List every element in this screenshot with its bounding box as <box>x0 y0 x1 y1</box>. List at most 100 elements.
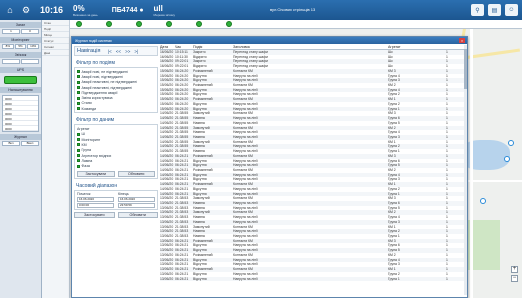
map-pin-icon[interactable] <box>504 156 510 162</box>
checkbox-icon[interactable] <box>77 138 80 142</box>
to-label: Кінець <box>118 191 129 196</box>
from-time-field[interactable]: 0:00:00 <box>77 202 114 208</box>
general-cell[interactable]: 0 <box>21 29 39 34</box>
checkbox-icon[interactable] <box>77 132 80 136</box>
zoom-in-button[interactable]: + <box>511 266 518 273</box>
table-row[interactable]: 13/06/20 06:24:21 Відсутня Напруга на лінії… <box>160 276 466 282</box>
status-dot[interactable] <box>76 21 82 27</box>
monitor-cell[interactable]: 10% <box>27 44 40 49</box>
monitor-cell[interactable]: 8% <box>2 44 14 49</box>
road <box>470 20 473 298</box>
table-scrollbar[interactable] <box>464 45 467 295</box>
zoom-out-button[interactable]: − <box>511 275 518 282</box>
filter-panel: Навігація |< << >> >| Фільтр по подіям А… <box>74 46 158 296</box>
link-cell[interactable] <box>2 59 20 64</box>
apply-time-button[interactable]: Застосувати <box>74 211 115 218</box>
percent-value: 0% <box>73 3 85 13</box>
address-label: вул.Січових стрільців 13 <box>270 7 316 12</box>
status-dot[interactable] <box>196 21 202 27</box>
checkbox-icon[interactable] <box>77 107 80 111</box>
from-date-field[interactable]: 16.06.2020 <box>77 196 114 202</box>
signal-status: ull Мережа зв'язку <box>154 4 175 17</box>
link-cell[interactable] <box>21 59 39 64</box>
from-label: Початок <box>77 191 91 196</box>
to-time-field[interactable]: 23:59:59 <box>118 202 155 208</box>
table-cell: Напруга на лінії <box>233 276 258 281</box>
log-on-button[interactable]: Вкл <box>2 141 20 146</box>
settings-icon[interactable]: ⚙ <box>20 4 32 16</box>
apply-data-filter-button[interactable]: Застосувати <box>77 170 115 177</box>
checkbox-icon[interactable] <box>77 164 80 168</box>
to-date-field[interactable]: 16.06.2020 <box>118 196 155 202</box>
next-page-button[interactable]: >> <box>124 49 131 54</box>
general-cell[interactable]: 1 <box>2 29 20 34</box>
close-button[interactable]: × <box>459 38 465 43</box>
key-search-icon[interactable]: ⚲ <box>471 4 484 16</box>
checkbox-icon[interactable] <box>77 80 80 84</box>
col-extra[interactable] <box>446 45 462 49</box>
clock: 10:16 <box>40 4 64 15</box>
panel-head-ups: UPS <box>0 67 41 73</box>
checkbox-icon[interactable] <box>77 96 80 100</box>
prev-page-button[interactable]: << <box>115 49 122 54</box>
checkbox-icon[interactable] <box>77 159 80 163</box>
left-panel: Загал 1 0 Моніторинг 8% 5% 10% Зв'язок U… <box>0 20 42 298</box>
status-dot[interactable] <box>166 21 172 27</box>
checkbox-icon[interactable] <box>77 70 80 74</box>
refresh-time-button[interactable]: Обновити <box>117 211 158 218</box>
data-filter-checkbox[interactable]: Фаза <box>77 163 155 168</box>
events-filter-box: Аварії нові, не підтверджені Аварії нові… <box>74 67 158 114</box>
monitor-cell[interactable]: 5% <box>14 44 27 49</box>
checkbox-icon[interactable] <box>77 143 80 147</box>
checkbox-icon[interactable] <box>77 148 80 152</box>
log-off-button[interactable]: Викл <box>21 141 39 146</box>
user-icon[interactable]: ☺ <box>505 4 518 16</box>
col-time[interactable]: Час <box>175 45 193 49</box>
status-dot[interactable] <box>226 21 232 27</box>
daily-progress: 0% Bиконано за день <box>73 4 98 17</box>
list-item[interactable]: 0000 <box>3 126 38 131</box>
secondary-panel: Стан Події Місце Статус Сигнал Дані <box>42 20 70 298</box>
checkbox-icon[interactable] <box>77 91 80 95</box>
percent-caption: Bиконано за день <box>73 12 98 17</box>
document-icon[interactable]: ▤ <box>488 4 501 16</box>
col-unit[interactable]: Агрегат <box>388 45 446 49</box>
home-icon[interactable]: ⌂ <box>4 4 16 16</box>
navigation-label: Навігація <box>77 48 101 54</box>
table-cell: 1 <box>446 276 448 281</box>
status-dot[interactable] <box>136 21 142 27</box>
col-event[interactable]: Подія <box>193 45 233 49</box>
status-dot[interactable] <box>106 21 112 27</box>
table-body: 16/06/20 10:15:11 Закрито Перегляд стану ша… <box>160 50 466 282</box>
first-page-button[interactable]: |< <box>107 49 113 54</box>
time-range-box: Початок Кінець 16.06.2020 16.06.2020 0:0… <box>74 189 158 210</box>
checkbox-icon[interactable] <box>77 75 80 79</box>
map-pin-icon[interactable] <box>508 140 514 146</box>
checkbox-icon[interactable] <box>77 101 80 105</box>
settings-list: 0000 0000 0000 0000 0000 0000 0000 <box>2 95 39 132</box>
event-log-window: Журнал подій системи × Навігація |< << >… <box>71 36 468 298</box>
checkbox-icon[interactable] <box>77 86 80 90</box>
last-page-button[interactable]: >| <box>133 49 139 54</box>
signal-icon: ull <box>153 3 163 13</box>
map-status-strip <box>70 20 522 29</box>
table-cell: 13/06/20 <box>160 276 174 281</box>
map-pin-icon[interactable] <box>480 198 486 204</box>
data-filter-box: Агрегат Ш Моніторинг КМ Група Агрегатор … <box>74 124 158 179</box>
device-id[interactable]: ПБ4744 ● <box>112 7 144 14</box>
scrollbar-thumb[interactable] <box>464 49 467 89</box>
event-filter-checkbox[interactable]: Команди <box>77 106 155 111</box>
checkbox-icon[interactable] <box>77 154 80 157</box>
signal-caption: Мережа зв'язку <box>153 12 175 17</box>
mid-item[interactable]: Дані <box>42 50 69 56</box>
window-title[interactable]: Журнал подій системи <box>72 37 467 44</box>
table-cell: Група 1 <box>388 276 400 281</box>
ups-status-indicator <box>4 76 37 84</box>
refresh-data-filter-button[interactable]: Обновити <box>117 170 155 177</box>
col-date[interactable]: Дата <box>160 45 175 49</box>
col-title[interactable]: Заголовок <box>233 45 388 49</box>
time-range-title: Часовий діапазон <box>76 182 118 189</box>
data-filter-title: Фільтр по даним <box>76 117 115 124</box>
top-bar: ⌂ ⚙ 10:16 0% Bиконано за день ПБ4744 ● u… <box>0 0 522 20</box>
table-cell: Відсутня <box>193 276 207 281</box>
